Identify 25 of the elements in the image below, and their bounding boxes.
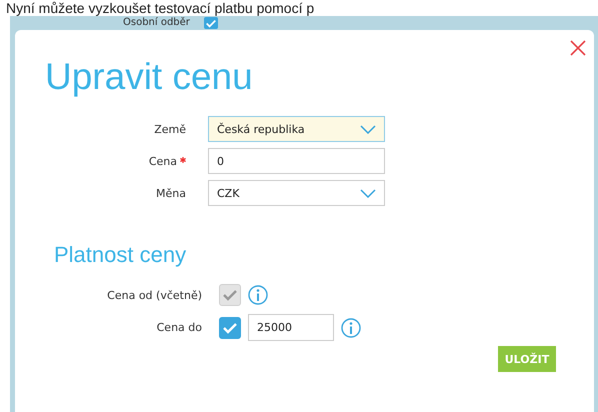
input-field[interactable]: 25000 <box>248 314 334 341</box>
dialog-title: Upravit cenu <box>45 56 254 98</box>
info-icon <box>248 285 268 305</box>
close-icon <box>570 40 586 56</box>
checkbox[interactable] <box>204 17 218 29</box>
required-asterisk-icon <box>180 156 186 162</box>
field-label: Měna <box>156 186 186 200</box>
input-field[interactable]: 0 <box>208 148 385 174</box>
info-icon <box>341 318 361 338</box>
chevron-down-icon <box>360 124 376 134</box>
checkmark-icon <box>206 18 216 28</box>
checkmark-icon <box>223 289 237 301</box>
section-title: Platnost ceny <box>54 242 188 268</box>
page-heading: Nyní můžete vyzkoušet testovací platbu pomocí p <box>5 0 314 16</box>
option-label: Osobní odběr <box>123 17 190 29</box>
checkbox[interactable] <box>219 316 241 338</box>
select-field[interactable]: CZK <box>208 180 385 206</box>
field-label: Země <box>154 122 186 136</box>
field-label: Cena do <box>156 321 202 334</box>
chevron-down-icon <box>360 188 376 198</box>
checkmark-icon <box>223 322 237 334</box>
field-label: Cena <box>148 154 186 168</box>
select-field[interactable]: Česká republika <box>208 116 385 142</box>
close-button[interactable] <box>570 40 586 56</box>
field-label: Cena od (včetně) <box>107 288 202 302</box>
